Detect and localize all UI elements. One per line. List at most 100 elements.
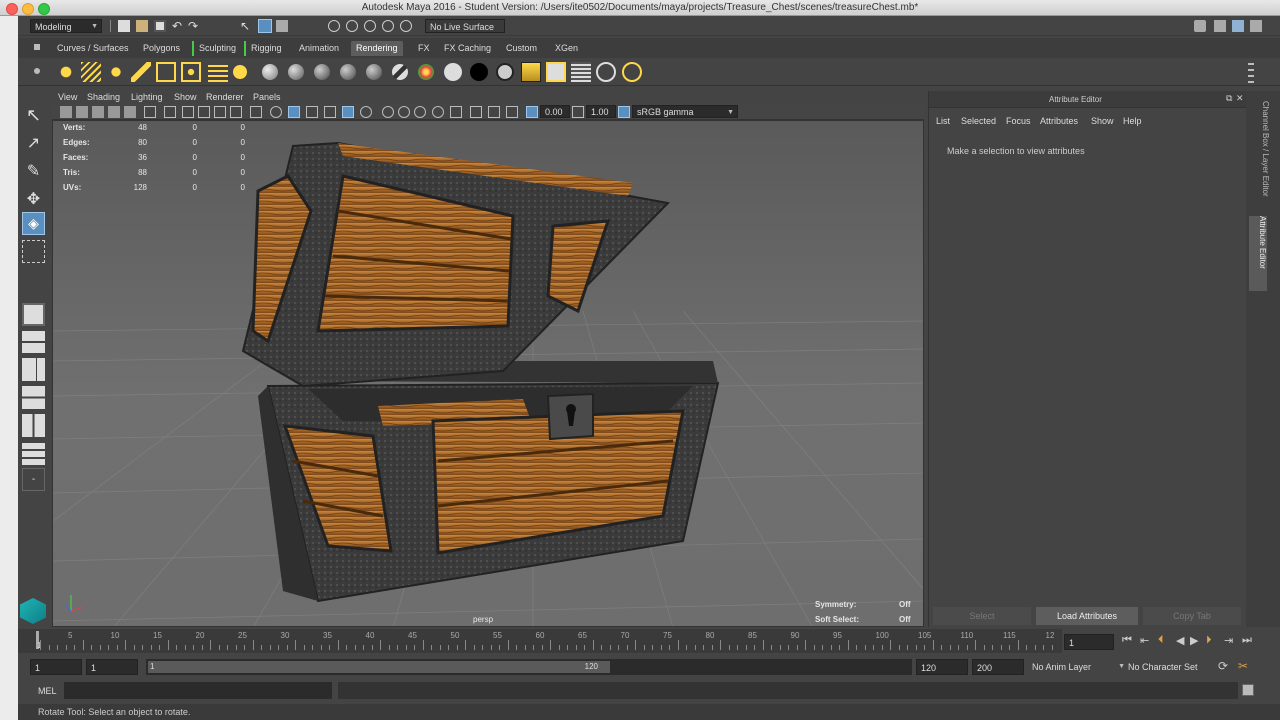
isolate-select-icon[interactable] <box>450 106 462 118</box>
command-input[interactable] <box>64 682 332 699</box>
zoom-window-icon[interactable] <box>38 3 50 15</box>
step-forward-frame-icon[interactable]: ⇥ <box>1224 634 1233 647</box>
persp-hypershade-layout-icon[interactable] <box>22 414 45 437</box>
ramp-shader-icon[interactable] <box>418 64 434 80</box>
black-swatch-icon[interactable] <box>470 63 488 81</box>
animation-start-field[interactable]: 1 <box>30 659 82 675</box>
attr-menu-show[interactable]: Show <box>1091 116 1114 126</box>
rotate-tool-icon[interactable]: ◈ <box>22 212 45 235</box>
save-scene-icon[interactable] <box>154 20 166 32</box>
snap-to-point-icon[interactable] <box>364 20 376 32</box>
tab-animation[interactable]: Animation <box>294 41 344 56</box>
undo-icon[interactable]: ↶ <box>172 20 184 32</box>
time-slider[interactable]: 1 51015202530354045505560657075808590951… <box>18 629 1062 653</box>
persp-graph-layout-icon[interactable] <box>22 386 45 409</box>
render-view-icon[interactable] <box>521 62 541 82</box>
step-back-key-icon[interactable]: ⏴ <box>1158 634 1164 647</box>
tab-fx-caching[interactable]: FX Caching <box>439 41 496 56</box>
persp-outliner-layout-icon[interactable] <box>22 358 45 381</box>
outliner-layout-icon[interactable] <box>22 442 45 465</box>
exposure-icon[interactable] <box>526 106 538 118</box>
tab-custom[interactable]: Custom <box>501 41 542 56</box>
point-light-icon[interactable] <box>106 62 126 82</box>
renderer-menu[interactable]: Renderer <box>206 92 244 102</box>
menu-set-dropdown[interactable]: Modeling ▼ <box>30 19 102 33</box>
phonge-material-icon[interactable] <box>340 64 356 80</box>
shading-menu[interactable]: Shading <box>87 92 120 102</box>
blinn-material-icon[interactable] <box>262 64 278 80</box>
range-slider-track[interactable]: 1 120 <box>146 659 912 675</box>
play-backwards-icon[interactable]: ◀ <box>1176 634 1184 647</box>
tab-polygons[interactable]: Polygons <box>138 41 185 56</box>
lasso-tool-icon[interactable]: ↗ <box>22 132 45 155</box>
select-by-object-icon[interactable] <box>276 20 288 32</box>
snap-to-view-plane-icon[interactable] <box>382 20 394 32</box>
bookmarks-icon[interactable] <box>92 106 104 118</box>
panels-menu[interactable]: Panels <box>253 92 281 102</box>
four-view-layout-icon[interactable] <box>22 330 45 353</box>
character-set-dropdown[interactable]: No Character Set <box>1124 659 1224 675</box>
step-back-frame-icon[interactable]: ⇤ <box>1140 634 1149 647</box>
2d-pan-zoom-icon[interactable] <box>124 106 136 118</box>
area-light-icon[interactable] <box>156 62 176 82</box>
xray-joints-icon[interactable] <box>488 106 500 118</box>
attr-menu-selected[interactable]: Selected <box>961 116 996 126</box>
tab-fx[interactable]: FX <box>413 41 435 56</box>
attr-menu-list[interactable]: List <box>936 116 950 126</box>
select-tool-icon[interactable]: ↖ <box>240 20 252 32</box>
redo-icon[interactable]: ↷ <box>188 20 200 32</box>
light-linker-icon[interactable] <box>208 62 228 82</box>
shelf-scroll-icon[interactable] <box>1248 61 1254 83</box>
image-plane-icon[interactable] <box>108 106 120 118</box>
toon-shader-icon[interactable] <box>496 63 514 81</box>
snap-to-grid-icon[interactable] <box>328 20 340 32</box>
channel-box-toggle-icon[interactable] <box>1250 20 1262 32</box>
use-all-lights-icon[interactable] <box>342 106 354 118</box>
grid-icon[interactable] <box>164 106 176 118</box>
camera-icon[interactable] <box>60 106 72 118</box>
move-tool-icon[interactable]: ✥ <box>22 188 45 211</box>
float-panel-icon[interactable]: ⧉ <box>1226 93 1232 104</box>
attr-menu-focus[interactable]: Focus <box>1006 116 1031 126</box>
new-scene-icon[interactable] <box>118 20 130 32</box>
open-scene-icon[interactable] <box>136 20 148 32</box>
smooth-shade-icon[interactable] <box>288 106 300 118</box>
perspective-viewport[interactable]: Verts: 48 0 0 Edges: 80 0 0 Faces: 36 0 … <box>52 120 924 627</box>
live-surface-field[interactable]: No Live Surface <box>425 19 505 33</box>
light-editor-icon[interactable] <box>233 65 247 79</box>
play-forwards-icon[interactable]: ▶ <box>1190 634 1198 647</box>
sign-in-icon[interactable] <box>1194 20 1206 32</box>
make-live-icon[interactable] <box>400 20 412 32</box>
volume-light-icon[interactable] <box>181 62 201 82</box>
lighting-menu[interactable]: Lighting <box>131 92 163 102</box>
gamma-icon[interactable] <box>572 106 584 118</box>
paint-select-tool-icon[interactable]: ✎ <box>22 160 45 183</box>
spot-light-icon[interactable] <box>131 62 151 82</box>
tab-rendering[interactable]: Rendering <box>351 41 403 56</box>
motion-blur-icon[interactable] <box>398 106 410 118</box>
close-window-icon[interactable] <box>6 3 18 15</box>
tab-attribute-editor[interactable]: Attribute Editor <box>1249 216 1267 291</box>
tab-xgen[interactable]: XGen <box>550 41 583 56</box>
animation-end-field[interactable]: 200 <box>972 659 1024 675</box>
load-attributes-button[interactable]: Load Attributes <box>1036 607 1138 625</box>
directional-light-icon[interactable] <box>81 62 101 82</box>
surface-shader-icon[interactable] <box>366 64 382 80</box>
select-by-component-icon[interactable] <box>258 19 272 33</box>
script-editor-icon[interactable] <box>1242 684 1254 696</box>
attr-menu-help[interactable]: Help <box>1123 116 1142 126</box>
tab-channel-box[interactable]: Channel Box / Layer Editor <box>1256 101 1270 211</box>
tab-curves-surfaces[interactable]: Curves / Surfaces <box>52 41 134 56</box>
ipr-render-icon[interactable] <box>571 62 591 82</box>
view-menu[interactable]: View <box>58 92 77 102</box>
close-icon[interactable]: ✕ <box>1236 93 1244 104</box>
hypershade-icon[interactable] <box>622 62 642 82</box>
range-slider-handle[interactable]: 1 120 <box>148 661 610 673</box>
exposure-field[interactable]: 0.00 <box>540 105 570 118</box>
step-forward-key-icon[interactable]: ⏵ <box>1206 634 1212 647</box>
shelf-options-icon[interactable] <box>34 68 40 74</box>
phong-material-icon[interactable] <box>314 64 330 80</box>
workspace-icon[interactable] <box>1214 20 1226 32</box>
animation-preferences-icon[interactable]: ✂ <box>1238 659 1248 673</box>
copy-tab-button[interactable]: Copy Tab <box>1143 607 1241 625</box>
